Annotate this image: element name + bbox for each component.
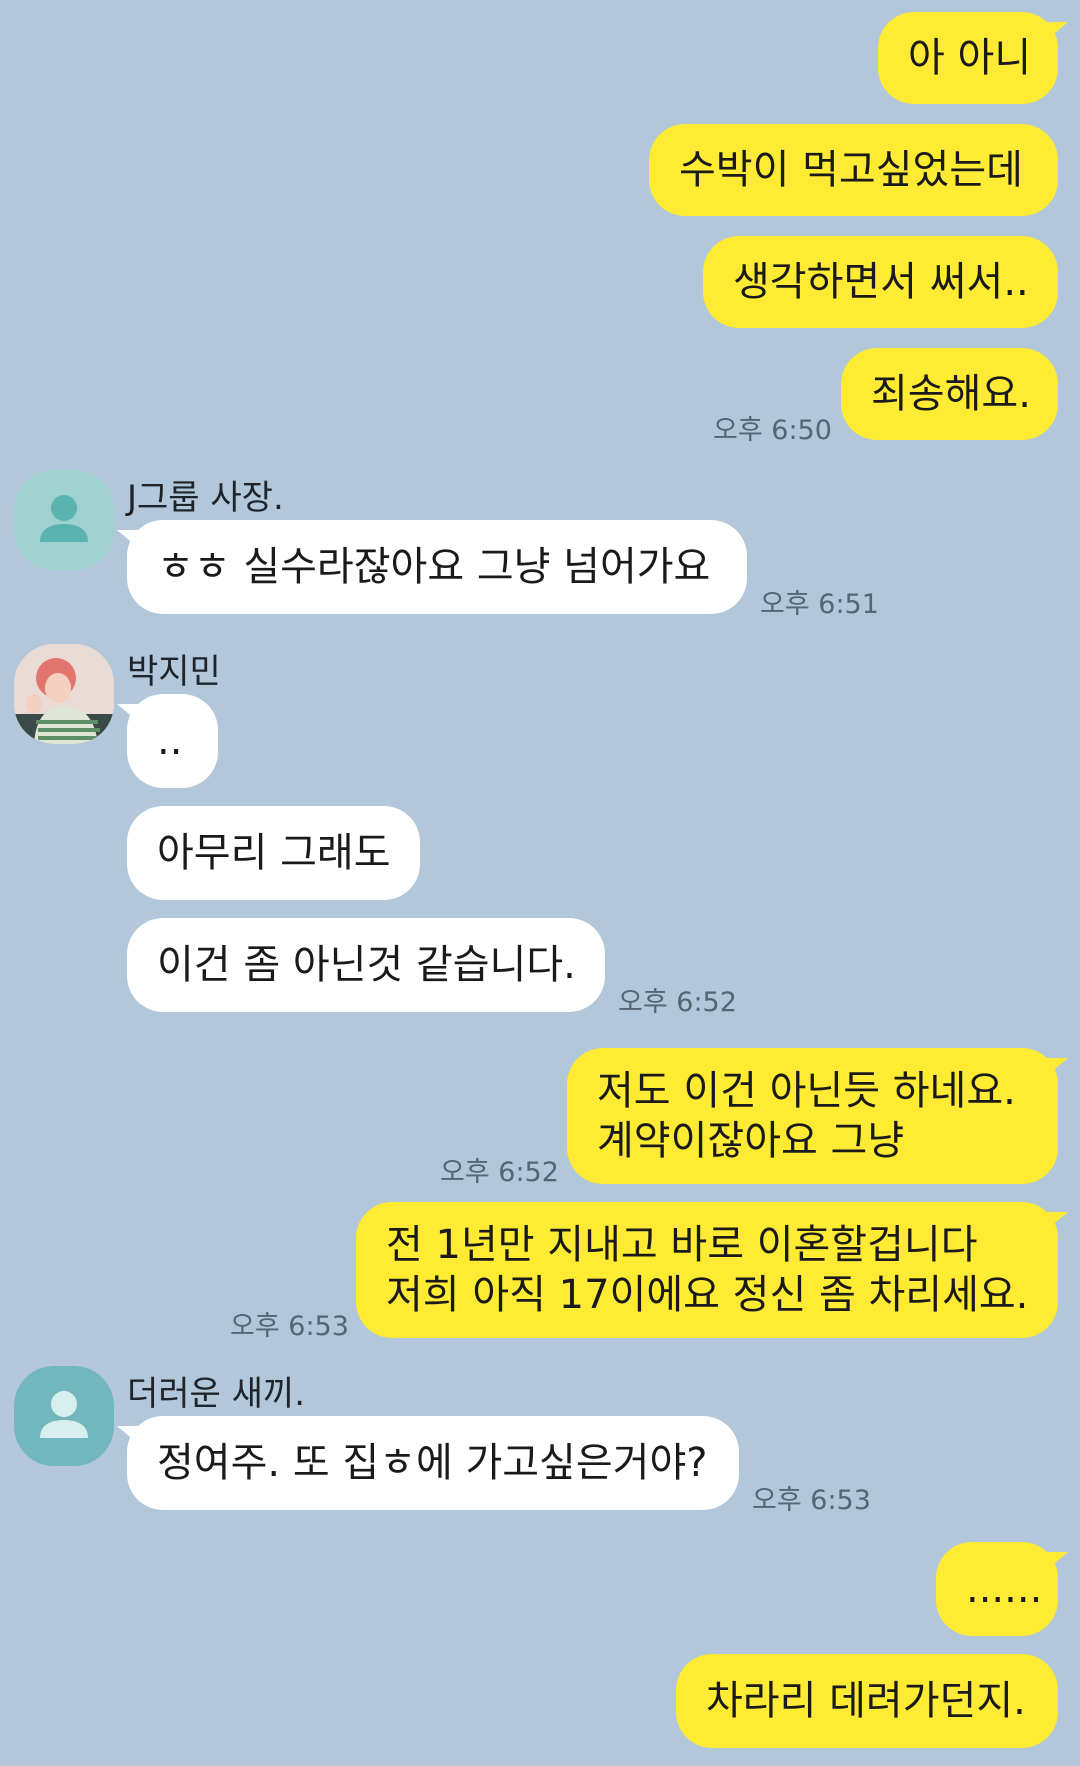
message-text: 차라리 데려가던지. — [706, 1678, 1026, 1724]
sender-name: 박지민 — [127, 652, 221, 692]
avatar-j-group-ceo[interactable] — [14, 470, 114, 570]
my-message-bubble[interactable]: 죄송해요. — [841, 348, 1058, 440]
avatar-park-jimin[interactable] — [14, 644, 114, 744]
message-text-line: 전 1년만 지내고 바로 이혼할겁니다 — [386, 1222, 978, 1268]
message-text-line: 저도 이건 아닌듯 하네요. — [597, 1068, 1016, 1114]
sender-name: J그룹 사장. — [127, 478, 284, 518]
message-time: 오후 6:51 — [760, 589, 879, 620]
sender-name: 더러운 새끼. — [127, 1374, 306, 1414]
my-message-bubble[interactable]: 수박이 먹고싶었는데 — [649, 124, 1058, 216]
my-message-bubble[interactable]: 차라리 데려가던지. — [676, 1654, 1058, 1748]
default-person-icon — [40, 495, 88, 542]
message-text: 아 아니 — [908, 35, 1032, 81]
message-text: ㅎㅎ 실수라잖아요 그냥 넘어가요 — [157, 544, 711, 590]
message-text: 이건 좀 아닌것 같습니다. — [157, 942, 576, 988]
message-time: 오후 6:52 — [440, 1157, 559, 1188]
message-text: ...... — [966, 1566, 1043, 1612]
their-message-bubble[interactable]: ㅎㅎ 실수라잖아요 그냥 넘어가요 — [117, 520, 747, 614]
their-message-bubble[interactable]: .. — [117, 694, 218, 788]
message-text: .. — [157, 718, 183, 764]
message-text: 수박이 먹고싶었는데 — [679, 147, 1023, 193]
profile-photo-icon — [14, 644, 114, 744]
message-text-line: 저희 아직 17이에요 정신 좀 차리세요. — [386, 1272, 1029, 1318]
message-text-line: 계약이잖아요 그냥 — [597, 1118, 905, 1164]
avatar-dirty-guy[interactable] — [14, 1366, 114, 1466]
message-text: 생각하면서 써서.. — [733, 259, 1029, 305]
message-text: 죄송해요. — [871, 371, 1031, 417]
chat-room: 아 아니 수박이 먹고싶었는데 생각하면서 써서.. 죄송해요. 오후 6:50… — [0, 0, 1080, 1766]
my-message-bubble[interactable]: 아 아니 — [878, 12, 1068, 104]
my-message-bubble[interactable]: ...... — [936, 1542, 1068, 1636]
message-time: 오후 6:52 — [618, 987, 737, 1018]
message-text: 아무리 그래도 — [157, 830, 391, 876]
their-message-bubble[interactable]: 정여주. 또 집ㅎ에 가고싶은거야? — [117, 1416, 739, 1510]
their-message-bubble[interactable]: 아무리 그래도 — [127, 806, 420, 900]
my-message-bubble[interactable]: 전 1년만 지내고 바로 이혼할겁니다 저희 아직 17이에요 정신 좀 차리세… — [356, 1202, 1068, 1338]
my-message-bubble[interactable]: 저도 이건 아닌듯 하네요. 계약이잖아요 그냥 — [567, 1048, 1068, 1184]
my-message-bubble[interactable]: 생각하면서 써서.. — [703, 236, 1058, 328]
default-person-icon — [40, 1391, 88, 1438]
message-time: 오후 6:53 — [230, 1311, 349, 1342]
message-time: 오후 6:53 — [752, 1485, 871, 1516]
their-message-bubble[interactable]: 이건 좀 아닌것 같습니다. — [127, 918, 605, 1012]
message-time: 오후 6:50 — [713, 415, 832, 446]
message-text: 정여주. 또 집ㅎ에 가고싶은거야? — [157, 1440, 708, 1486]
